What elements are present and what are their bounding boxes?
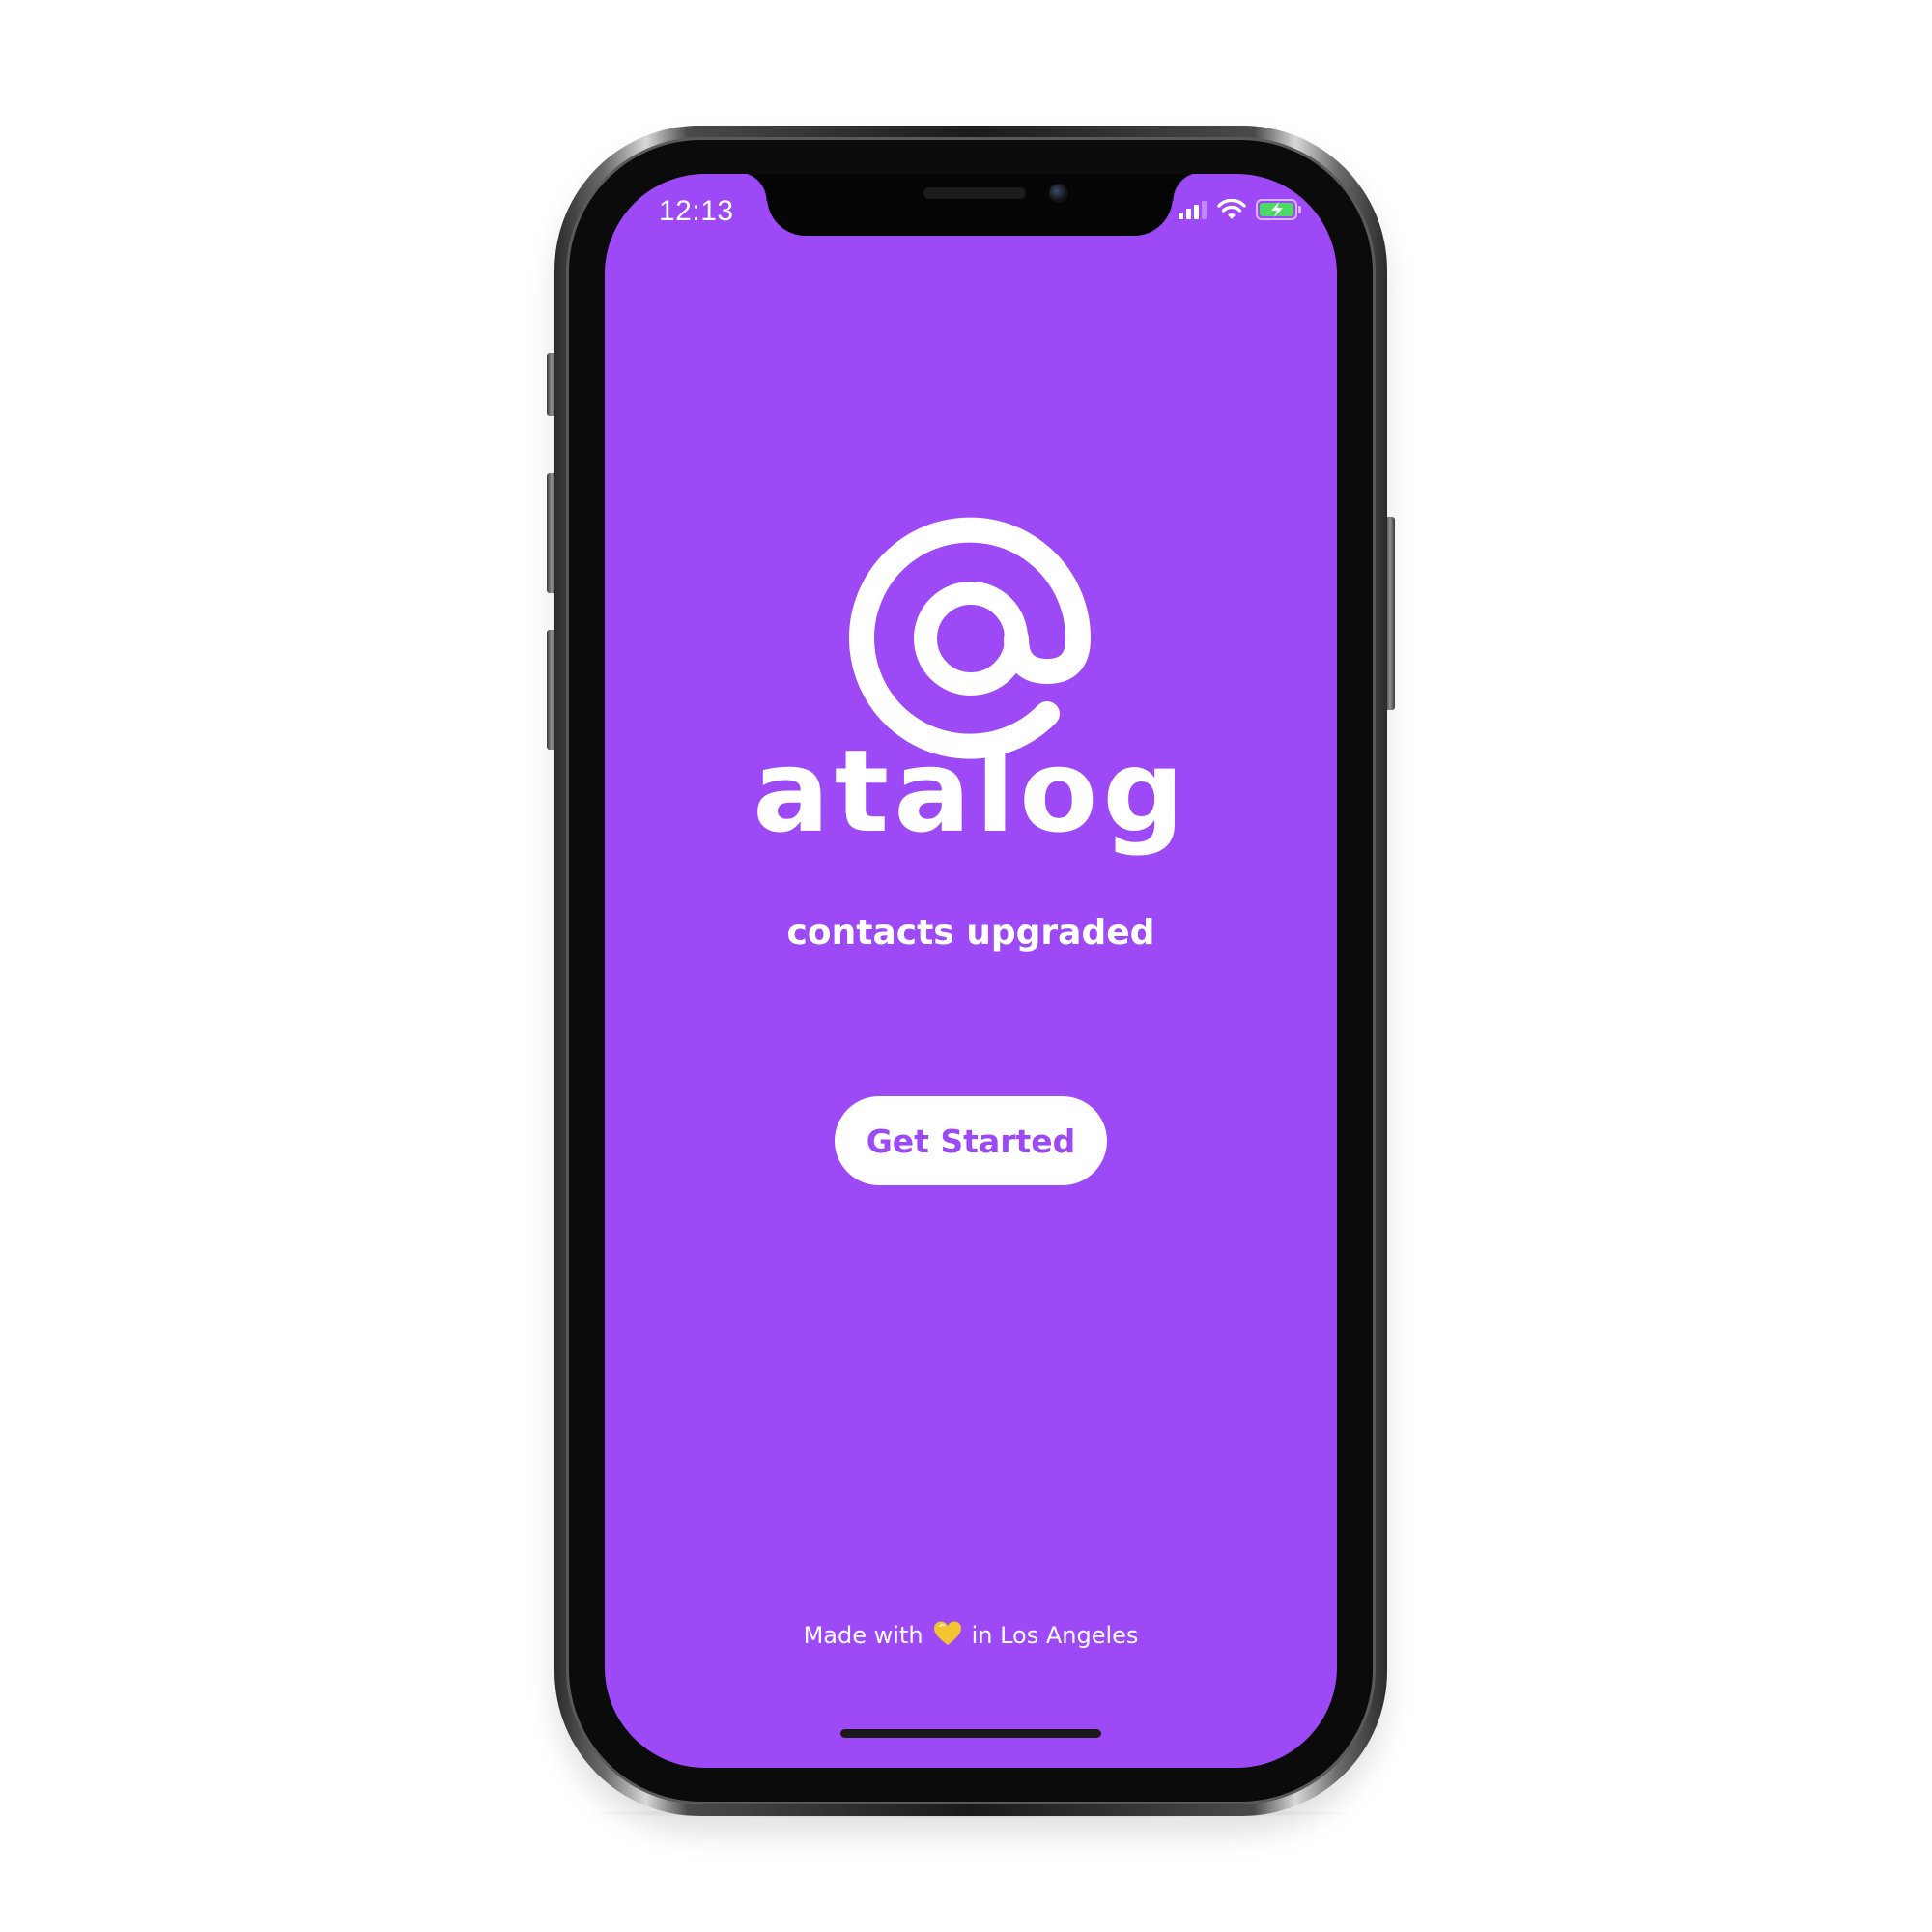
wifi-icon (1217, 198, 1246, 225)
notch (738, 174, 1202, 236)
signal-icon (1179, 200, 1208, 224)
get-started-button[interactable]: Get Started (835, 1096, 1107, 1185)
app-screen: 12:13 atalog contacts upgraded Get Start… (605, 174, 1337, 1768)
brand-name: atalog (753, 724, 1189, 858)
footer-location: in Los Angeles (971, 1622, 1139, 1649)
tagline: contacts upgraded (786, 913, 1155, 952)
footer-credit: Made with in Los Angeles (605, 1620, 1337, 1651)
front-camera (1049, 184, 1068, 203)
battery-charging-icon (1256, 199, 1302, 225)
earpiece-speaker (923, 187, 1026, 199)
mockup-stage: 12:13 atalog contacts upgraded Get Start… (0, 0, 1932, 1932)
status-time: 12:13 (659, 195, 734, 227)
home-indicator[interactable] (840, 1729, 1101, 1738)
footer-made-with: Made with (803, 1622, 923, 1649)
yellow-heart-icon (933, 1620, 962, 1651)
status-icons (1179, 198, 1302, 225)
